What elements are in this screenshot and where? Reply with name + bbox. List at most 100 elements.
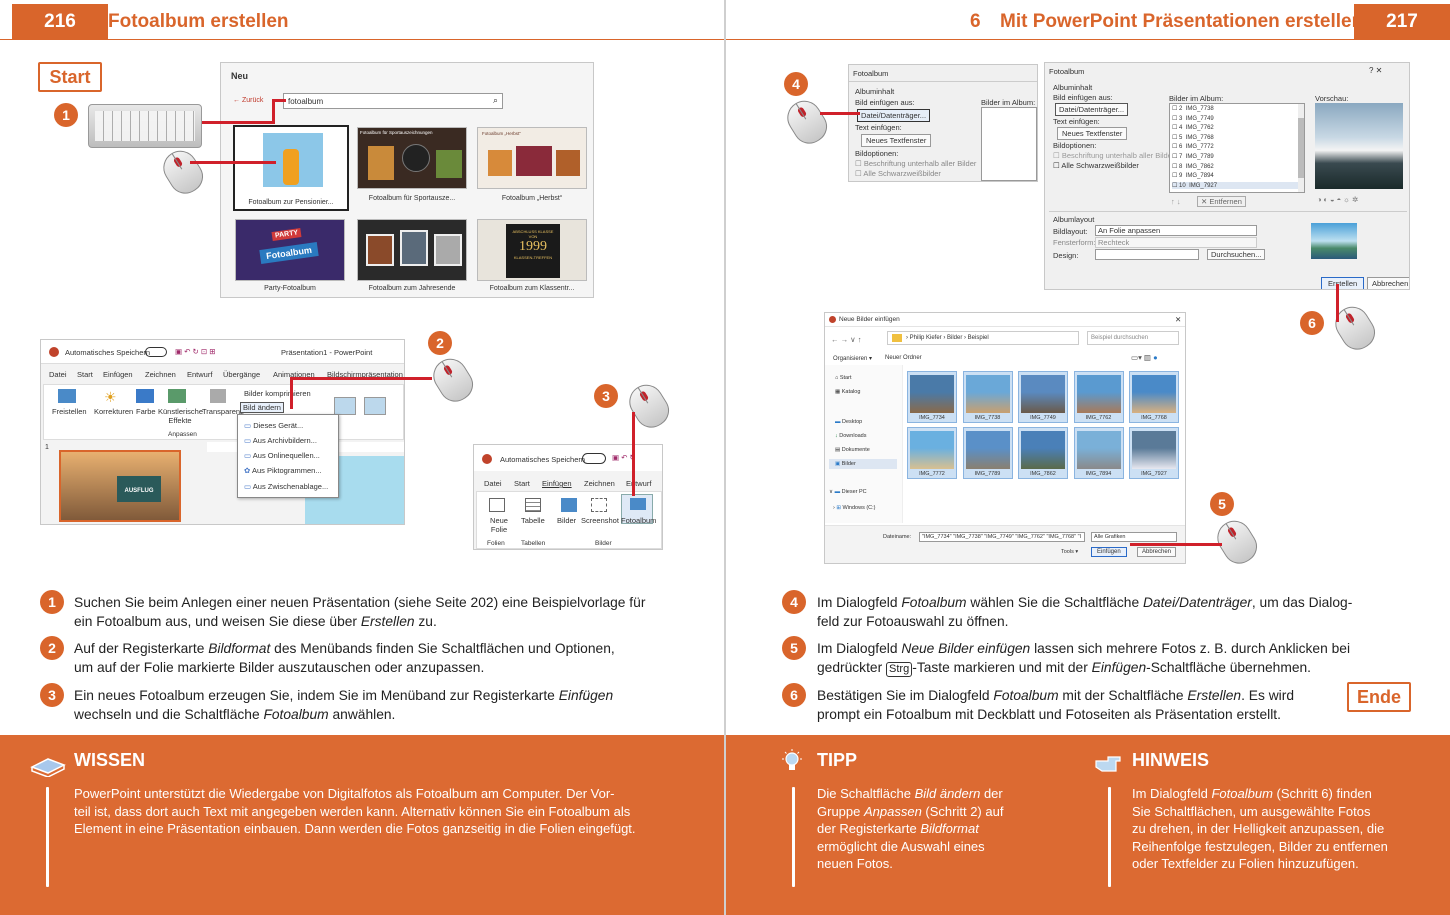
file-thumbnail[interactable]: IMG_7749	[1018, 371, 1068, 423]
menu-item-this-device[interactable]: ▭ Dieses Gerät...	[244, 421, 303, 430]
album-list-item[interactable]: ☐ 7 IMG_7789	[1172, 153, 1298, 160]
pictures-icon[interactable]	[561, 498, 577, 512]
tab-home[interactable]: Start	[514, 479, 530, 488]
change-picture-button[interactable]: Bild ändern	[240, 402, 284, 413]
pictures-button[interactable]: Bilder	[557, 516, 576, 525]
album-list-item[interactable]: ☐ 3 IMG_7749	[1172, 115, 1298, 122]
file-thumbnail[interactable]: IMG_7768	[1129, 371, 1179, 423]
style-thumb[interactable]	[364, 397, 386, 415]
picture-layout-select[interactable]: An Folie anpassen	[1095, 225, 1257, 236]
remove-background-button[interactable]: Freistellen	[52, 407, 87, 416]
artistic-effects-icon[interactable]	[168, 389, 186, 403]
album-list-item[interactable]: ☐ 2 IMG_7738	[1172, 105, 1298, 112]
album-list-item[interactable]: ☐ 6 IMG_7772	[1172, 143, 1298, 150]
new-slide-icon[interactable]	[489, 498, 505, 512]
file-thumbnail[interactable]: IMG_7734	[907, 371, 957, 423]
corrections-button[interactable]: Korrekturen	[94, 407, 133, 416]
filename-input[interactable]: "IMG_7734" "IMG_7738" "IMG_7749" "IMG_77…	[919, 532, 1085, 542]
caption-checkbox[interactable]: ☐ Beschriftung unterhalb aller Bilder	[1053, 151, 1174, 160]
cancel-button[interactable]: Abbrechen	[1137, 547, 1177, 557]
corrections-icon[interactable]: ☀	[104, 389, 117, 406]
explorer-search-input[interactable]: Beispiel durchsuchen	[1087, 331, 1179, 345]
nav-item-drive-c[interactable]: › ⊞ Windows (C:)	[833, 505, 876, 511]
create-button[interactable]: Erstellen	[1321, 277, 1365, 289]
screenshot-icon[interactable]	[591, 498, 607, 512]
tab-transitions[interactable]: Übergänge	[223, 370, 260, 379]
nav-item-pictures[interactable]: ▣ Bilder	[829, 459, 897, 469]
file-thumbnail[interactable]: IMG_7927	[1129, 427, 1179, 479]
template-search-input[interactable]: fotoalbum ⌕	[283, 93, 503, 109]
remove-background-icon[interactable]	[58, 389, 76, 403]
caption-checkbox[interactable]: ☐ Beschriftung unterhalb aller Bilder	[855, 159, 976, 168]
screenshot-button[interactable]: Screenshot	[581, 516, 619, 525]
dialog-close-icon[interactable]: ? ✕	[1369, 66, 1382, 75]
album-list-item[interactable]: ☐ 9 IMG_7894	[1172, 172, 1298, 179]
nav-arrows-icon[interactable]: ← → ∨ ↑	[831, 335, 862, 344]
file-type-select[interactable]: Alle Grafiken	[1091, 532, 1177, 542]
album-list-item[interactable]: ☐ 10 IMG_7927	[1172, 181, 1298, 189]
template-thumb-1[interactable]: Fotoalbum zur Pensionier...	[233, 125, 349, 211]
autosave-toggle[interactable]	[145, 347, 167, 357]
photo-album-button[interactable]: Fotoalbum	[621, 516, 656, 525]
save-icon[interactable]: ▣ ↶ ↻ ⊡ ⊞	[175, 347, 216, 356]
cancel-button[interactable]: Abbrechen	[1367, 277, 1409, 289]
remove-button[interactable]: ✕ Entfernen	[1197, 196, 1246, 207]
frame-shape-select[interactable]: Rechteck	[1095, 237, 1257, 248]
autosave-toggle[interactable]	[582, 453, 606, 464]
rotate-icon[interactable]: ◑◐◒◓☼✲	[1317, 195, 1360, 204]
menu-item-icons[interactable]: ✿ Aus Piktogrammen...	[244, 466, 322, 475]
tab-draw[interactable]: Zeichnen	[145, 370, 176, 379]
organize-button[interactable]: Organisieren ▾	[833, 355, 872, 362]
file-disk-button[interactable]: Datei/Datenträger...	[1055, 103, 1129, 116]
tab-insert[interactable]: Einfügen	[542, 479, 572, 488]
file-thumbnail[interactable]: IMG_7789	[962, 427, 1013, 479]
bw-checkbox[interactable]: ☐ Alle Schwarzweißbilder	[855, 169, 941, 178]
table-button[interactable]: Tabelle	[521, 516, 545, 525]
menu-item-stock-images[interactable]: ▭ Aus Archivbildern...	[244, 436, 317, 445]
new-folder-button[interactable]: Neuer Ordner	[885, 355, 922, 361]
file-thumbnail[interactable]: IMG_7762	[1073, 371, 1124, 423]
address-bar[interactable]: › Philip Kiefer › Bilder › Beispiel	[887, 331, 1079, 345]
nav-item-downloads[interactable]: ↓ Downloads	[835, 433, 867, 439]
tab-file[interactable]: Datei	[484, 479, 502, 488]
file-thumbnail[interactable]: IMG_7894	[1073, 427, 1124, 479]
insert-button[interactable]: Einfügen	[1091, 547, 1127, 557]
template-thumb-6[interactable]: ABSCHLUSS KLASSE VON 1999 KLASSEN-TREFFE…	[477, 219, 587, 281]
file-thumbnail[interactable]: IMG_7862	[1018, 427, 1068, 479]
color-icon[interactable]	[136, 389, 154, 403]
design-input[interactable]	[1095, 249, 1199, 260]
file-thumbnail[interactable]: IMG_7772	[907, 427, 957, 479]
menu-item-clipboard[interactable]: ▭ Aus Zwischenablage...	[244, 482, 328, 491]
compress-pictures-button[interactable]: Bilder komprimieren	[244, 389, 311, 398]
table-icon[interactable]	[525, 498, 541, 512]
color-button[interactable]: Farbe	[136, 407, 156, 416]
template-thumb-2[interactable]: Fotoalbum für Sportauszeichnungen	[357, 127, 467, 189]
nav-item-desktop[interactable]: ▬ Desktop	[835, 419, 862, 425]
nav-item-start[interactable]: ⌂ Start	[835, 375, 851, 381]
nav-item-this-pc[interactable]: ∨ ▬ Dieser PC	[829, 489, 867, 495]
menu-item-online[interactable]: ▭ Aus Onlinequellen...	[244, 451, 320, 460]
style-thumb[interactable]	[334, 397, 356, 415]
template-thumb-5[interactable]	[357, 219, 467, 281]
tools-button[interactable]: Tools ▾	[1061, 549, 1078, 555]
transparency-icon[interactable]	[210, 389, 226, 403]
album-picture-list[interactable]	[981, 107, 1037, 181]
artistic-effects-button[interactable]: Künstlerische Effekte	[158, 407, 203, 425]
tab-design[interactable]: Entwurf	[187, 370, 212, 379]
new-textbox-button[interactable]: Neues Textfenster	[861, 134, 932, 147]
file-disk-button[interactable]: Datei/Datenträger...	[857, 109, 931, 122]
file-thumbnail[interactable]: IMG_7738	[962, 371, 1013, 423]
album-list-item[interactable]: ☐ 4 IMG_7762	[1172, 124, 1298, 131]
tab-design[interactable]: Entwurf	[626, 479, 651, 488]
new-textbox-button[interactable]: Neues Textfenster	[1057, 127, 1128, 140]
nav-item-gallery[interactable]: ▦ Katalog	[835, 389, 860, 395]
tab-insert[interactable]: Einfügen	[103, 370, 133, 379]
album-picture-list[interactable]: ☐ 2 IMG_7738 ☐ 3 IMG_7749 ☐ 4 IMG_7762 ☐ 5 …	[1169, 103, 1305, 193]
back-link[interactable]: ← Zurück	[233, 97, 263, 104]
bw-checkbox[interactable]: ☐ Alle Schwarzweißbilder	[1053, 161, 1139, 170]
close-icon[interactable]: ✕	[1175, 315, 1181, 324]
template-thumb-3[interactable]: Fotoalbum „Herbst“	[477, 127, 587, 189]
tab-draw[interactable]: Zeichnen	[584, 479, 615, 488]
view-options-icon[interactable]: ▭▾ ▥ ●	[1131, 353, 1158, 362]
nav-item-documents[interactable]: ▤ Dokumente	[835, 447, 870, 453]
